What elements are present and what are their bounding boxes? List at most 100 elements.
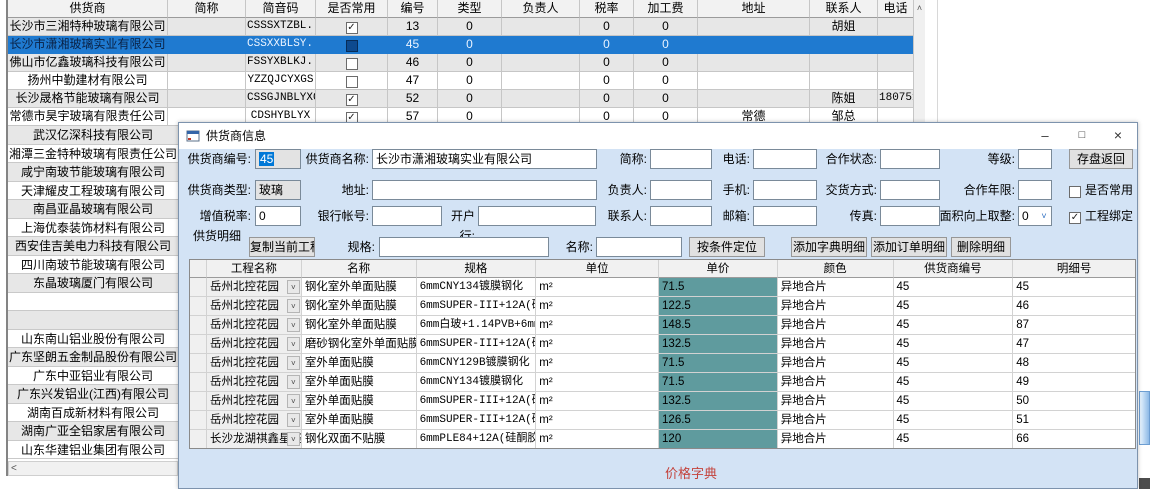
column-header-processing-fee[interactable]: 加工费 (634, 0, 698, 18)
detail-grid-row[interactable]: 岳州北控花园 磨砂钢化室外单面贴膜 6mmSUPER-III+12A(硅... … (190, 335, 1135, 354)
is-common-cell[interactable] (316, 54, 388, 72)
supplier-list-item[interactable]: 四川南玻节能玻璃有限公司 (8, 256, 178, 275)
supplier-id-cell[interactable]: 45 (894, 316, 1014, 335)
unit-price-cell[interactable]: 148.5 (659, 316, 778, 335)
id-cell[interactable]: 47 (388, 72, 438, 90)
product-name-cell[interactable]: 钢化室外单面贴膜 (302, 316, 417, 335)
is-common-checkbox[interactable] (346, 40, 358, 52)
manager-cell[interactable] (502, 18, 580, 36)
list-horizontal-scrollbar[interactable]: < (8, 461, 178, 476)
manager-field[interactable] (650, 180, 712, 200)
color-cell[interactable]: 异地合片 (778, 316, 894, 335)
unit-cell[interactable]: m² (536, 354, 659, 373)
manager-cell[interactable] (502, 72, 580, 90)
supplier-table-row[interactable]: 长沙晟格节能玻璃有限公司 CSSGJNBLYXGS 52 0 0 0 陈姐 18… (8, 90, 925, 108)
email-field[interactable] (753, 206, 817, 226)
row-indicator-cell[interactable] (190, 316, 207, 335)
name-filter-field[interactable] (596, 237, 682, 257)
project-bind-checkbox-row[interactable]: 工程绑定 (1069, 206, 1133, 226)
contact-cell[interactable] (810, 72, 878, 90)
detail-id-cell[interactable]: 46 (1013, 297, 1135, 316)
row-indicator-cell[interactable] (190, 335, 207, 354)
column-header-color[interactable]: 颜色 (778, 260, 894, 278)
column-header-short-name[interactable]: 简称 (168, 0, 246, 18)
tax-rate-cell[interactable]: 0 (580, 90, 634, 108)
row-indicator-cell[interactable] (190, 297, 207, 316)
supplier-list-item[interactable]: 山东华建铝业集团有限公司 (8, 441, 178, 460)
project-combo-cell[interactable]: 岳州北控花园 (207, 411, 302, 430)
product-name-cell[interactable]: 钢化室外单面贴膜 (302, 278, 417, 297)
processing-fee-cell[interactable]: 0 (634, 36, 698, 54)
row-indicator-cell[interactable] (190, 430, 207, 449)
is-common-checkbox[interactable] (346, 58, 358, 70)
address-field[interactable] (372, 180, 597, 200)
dialog-titlebar[interactable]: 供货商信息 – □ × (179, 123, 1137, 149)
is-common-checkbox-row[interactable]: 是否常用 (1069, 180, 1133, 200)
type-cell[interactable]: 0 (438, 18, 502, 36)
grade-field[interactable] (1018, 149, 1052, 169)
detail-grid-row[interactable]: 岳州北控花园 室外单面贴膜 6mmSUPER-III+12A(硅... m² 1… (190, 411, 1135, 430)
column-header-id[interactable]: 编号 (388, 0, 438, 18)
bank-account-field[interactable] (372, 206, 442, 226)
tax-rate-cell[interactable]: 0 (580, 54, 634, 72)
column-header-supplier-id[interactable]: 供货商编号 (894, 260, 1014, 278)
unit-cell[interactable]: m² (536, 335, 659, 354)
detail-id-cell[interactable]: 50 (1013, 392, 1135, 411)
add-dictionary-detail-button[interactable]: 添加字典明细 (791, 237, 867, 257)
id-cell[interactable]: 46 (388, 54, 438, 72)
processing-fee-cell[interactable]: 0 (634, 18, 698, 36)
locate-by-condition-button[interactable]: 按条件定位 (689, 237, 765, 257)
supplier-id-cell[interactable]: 45 (894, 335, 1014, 354)
combo-dropdown-icon[interactable] (287, 432, 300, 446)
row-indicator-cell[interactable] (190, 278, 207, 297)
product-name-cell[interactable]: 钢化室外单面贴膜 (302, 297, 417, 316)
supplier-name-field[interactable]: 长沙市潇湘玻璃实业有限公司 (372, 149, 597, 169)
color-cell[interactable]: 异地合片 (778, 430, 894, 449)
column-header-address[interactable]: 地址 (698, 0, 810, 18)
supplier-list-item[interactable]: 西安佳吉美电力科技有限公司 (8, 237, 178, 256)
spec-cell[interactable]: 6mmSUPER-III+12A(硅... (417, 297, 537, 316)
supplier-id-cell[interactable]: 45 (894, 411, 1014, 430)
contact-cell[interactable]: 胡姐 (810, 18, 878, 36)
product-name-cell[interactable]: 钢化双面不贴膜 (302, 430, 417, 449)
unit-cell[interactable]: m² (536, 392, 659, 411)
copy-current-project-button[interactable]: 复制当前工程 (249, 237, 315, 257)
combo-dropdown-icon[interactable] (287, 375, 300, 389)
address-cell[interactable] (698, 54, 810, 72)
supplier-table-row[interactable]: 长沙市潇湘玻璃实业有限公司 CSSXXBLSY... 45 0 0 0 (8, 36, 925, 54)
scroll-up-icon[interactable]: ˄ (914, 2, 925, 14)
color-cell[interactable]: 异地合片 (778, 297, 894, 316)
supplier-name-cell[interactable]: 扬州中勤建材有限公司 (8, 72, 168, 90)
supplier-list-item[interactable]: 广东坚朗五金制品股份有限公司 (8, 348, 178, 367)
round-up-select[interactable]: 0˅ (1018, 206, 1052, 226)
pinyin-code-cell[interactable]: FSSYXBLKJ... (246, 54, 316, 72)
detail-grid-row[interactable]: 岳州北控花园 钢化室外单面贴膜 6mm白玻+1.14PVB+6mm... m² … (190, 316, 1135, 335)
product-name-cell[interactable]: 室外单面贴膜 (302, 354, 417, 373)
row-indicator-cell[interactable] (190, 392, 207, 411)
project-combo-cell[interactable]: 岳州北控花园 (207, 316, 302, 335)
unit-price-cell[interactable]: 126.5 (659, 411, 778, 430)
close-button[interactable]: × (1103, 123, 1133, 149)
detail-id-cell[interactable]: 87 (1013, 316, 1135, 335)
address-cell[interactable] (698, 36, 810, 54)
supplier-id-cell[interactable]: 45 (894, 373, 1014, 392)
vat-rate-field[interactable]: 0 (255, 206, 301, 226)
column-header-phone[interactable]: 电话 (878, 0, 913, 18)
column-header-is-common[interactable]: 是否常用 (316, 0, 388, 18)
is-common-dialog-checkbox[interactable] (1069, 186, 1081, 198)
select-dropdown-icon[interactable]: ˅ (1038, 208, 1050, 224)
scroll-left-icon[interactable]: < (11, 462, 17, 475)
column-header-unit-price[interactable]: 单价 (659, 260, 778, 278)
supplier-list-item[interactable]: 湖南百成新材料有限公司 (8, 404, 178, 423)
product-name-cell[interactable]: 室外单面贴膜 (302, 411, 417, 430)
column-header-contact[interactable]: 联系人 (810, 0, 878, 18)
supplier-id-field[interactable]: 45 (255, 149, 301, 169)
supplier-id-cell[interactable]: 45 (894, 430, 1014, 449)
manager-cell[interactable] (502, 54, 580, 72)
row-indicator-cell[interactable] (190, 354, 207, 373)
unit-cell[interactable]: m² (536, 278, 659, 297)
contact-cell[interactable] (810, 36, 878, 54)
project-combo-cell[interactable]: 长沙龙湖祺鑫星座 (207, 430, 302, 449)
project-combo-cell[interactable]: 岳州北控花园 (207, 278, 302, 297)
detail-id-cell[interactable]: 66 (1013, 430, 1135, 449)
